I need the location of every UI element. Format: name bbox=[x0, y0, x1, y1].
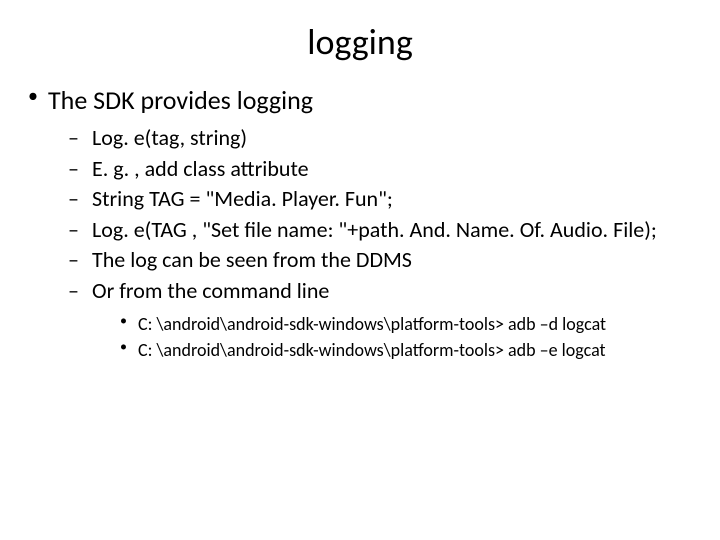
bullet-text: Log. e(tag, string) bbox=[92, 124, 247, 151]
list-item: Log. e(tag, string) bbox=[68, 124, 700, 153]
bullet-text: C: \android\android-sdk-windows\platform… bbox=[138, 313, 606, 335]
bullet-text: E. g. , add class attribute bbox=[92, 155, 309, 182]
bullet-text: The log can be seen from the DDMS bbox=[92, 246, 412, 273]
list-item: C: \android\android-sdk-windows\platform… bbox=[120, 312, 700, 336]
slide-content: The SDK provides logging Log. e(tag, str… bbox=[0, 74, 720, 362]
list-item: String TAG = "Media. Player. Fun"; bbox=[68, 185, 700, 214]
list-item: E. g. , add class attribute bbox=[68, 155, 700, 184]
list-item: Log. e(TAG , "Set file name: "+path. And… bbox=[68, 216, 700, 245]
list-item: Or from the command line C: \android\and… bbox=[68, 277, 700, 362]
bullet-text: Or from the command line bbox=[92, 277, 329, 304]
list-item: The log can be seen from the DDMS bbox=[68, 246, 700, 275]
bullet-text: String TAG = "Media. Player. Fun"; bbox=[92, 185, 393, 212]
bullet-list-level3: C: \android\android-sdk-windows\platform… bbox=[92, 312, 700, 363]
slide: logging The SDK provides logging Log. e(… bbox=[0, 0, 720, 540]
slide-title: logging bbox=[0, 0, 720, 74]
bullet-text: The SDK provides logging bbox=[48, 84, 313, 116]
bullet-text: Log. e(TAG , "Set file name: "+path. And… bbox=[92, 216, 657, 243]
bullet-text: C: \android\android-sdk-windows\platform… bbox=[138, 339, 606, 361]
bullet-list-level2: Log. e(tag, string) E. g. , add class at… bbox=[48, 124, 700, 362]
list-item: C: \android\android-sdk-windows\platform… bbox=[120, 338, 700, 362]
list-item: The SDK provides logging Log. e(tag, str… bbox=[20, 84, 700, 362]
bullet-list-level1: The SDK provides logging Log. e(tag, str… bbox=[20, 84, 700, 362]
